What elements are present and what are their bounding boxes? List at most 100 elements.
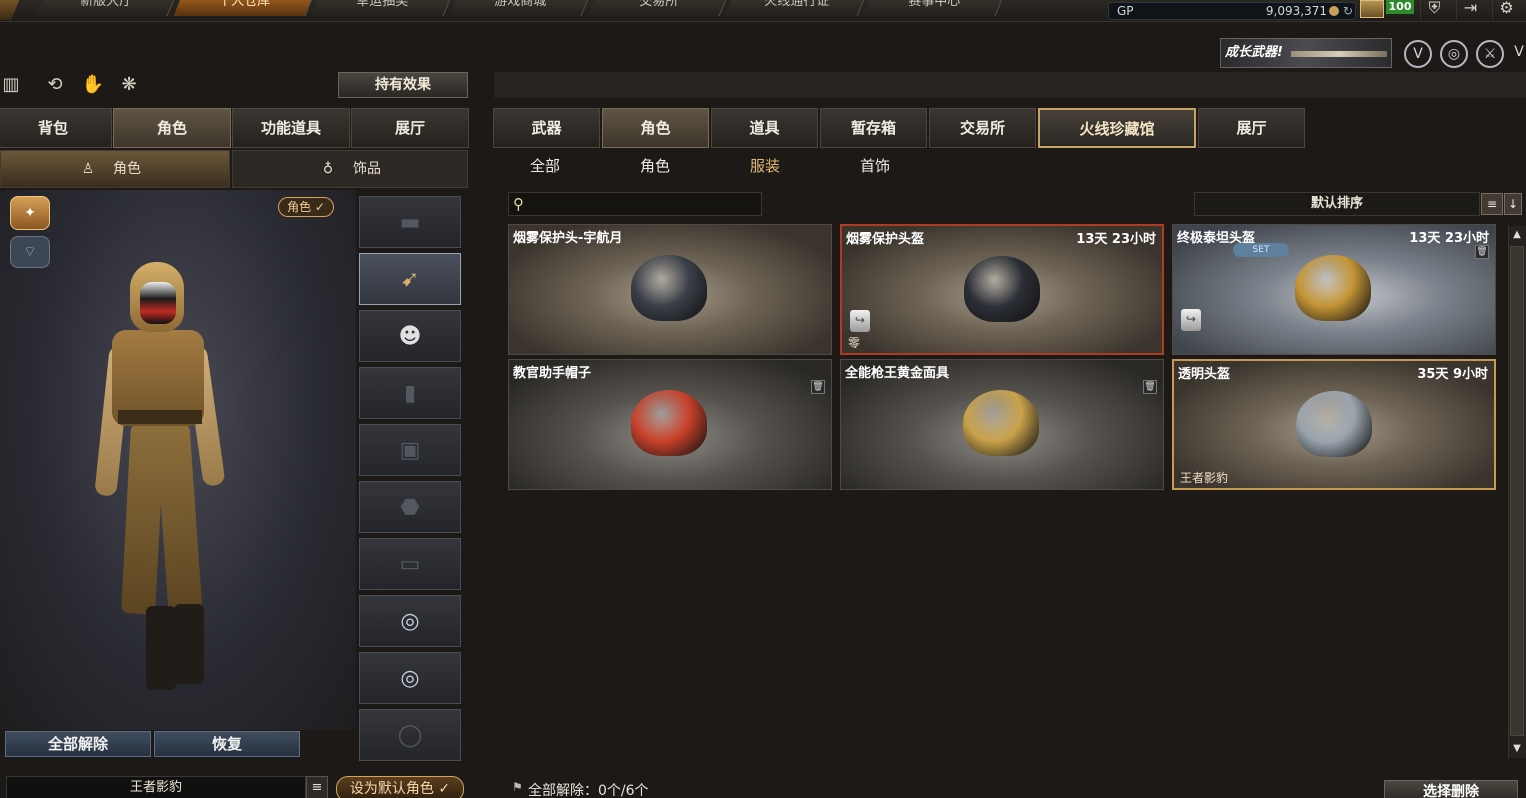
outfit-name-field[interactable]: 王者影豹	[6, 776, 306, 798]
nav-tab-warehouse[interactable]: 个人仓库	[173, 0, 315, 16]
nav-tab-pass[interactable]: 火线通行证	[725, 0, 867, 16]
promo-banner[interactable]: 成长武器!	[1220, 38, 1392, 68]
search-box: ⚲	[508, 192, 762, 216]
helmet-icon[interactable]: ⚔	[1476, 40, 1504, 68]
item-card[interactable]: 烟雾保护头-宇航月	[508, 224, 832, 355]
item-card[interactable]: 教官助手帽子 🗑	[508, 359, 832, 490]
role-chip[interactable]: 角色 ✓	[278, 197, 334, 217]
category-all[interactable]: 全部	[505, 156, 585, 178]
search-input[interactable]	[537, 195, 757, 213]
tab-items[interactable]: 道具	[711, 108, 818, 148]
tab-showroom-right[interactable]: 展厅	[1198, 108, 1305, 148]
share-icon[interactable]: ↪	[1181, 309, 1201, 331]
nav-tab-lobby[interactable]: 新版大厅	[35, 0, 177, 16]
ring-icon: ♁	[322, 161, 334, 177]
item-card[interactable]: 透明头盔 35天 9小时 王者影豹	[1172, 359, 1496, 490]
nav-tab-shop[interactable]: 游戏商城	[449, 0, 591, 16]
tab-exchange[interactable]: 交易所	[929, 108, 1036, 148]
share-icon[interactable]: ↪	[850, 310, 870, 332]
item-name: 烟雾保护头-宇航月	[513, 231, 623, 246]
rotate-icon[interactable]: ⟲	[42, 72, 68, 98]
sort-direction-icon[interactable]: ↓	[1504, 193, 1522, 215]
subtab-character[interactable]: ♙ 角色	[0, 150, 230, 188]
equipment-slot[interactable]: ▭	[359, 538, 461, 590]
right-header-strip	[494, 72, 1526, 98]
item-card[interactable]: 终极泰坦头盔 13天 23小时 SET ↪ 🗑	[1172, 224, 1496, 355]
tab-backpack[interactable]: 背包	[0, 108, 112, 148]
trash-icon[interactable]: 🗑	[1143, 380, 1157, 394]
equipment-slot[interactable]: ▮	[359, 367, 461, 419]
item-name: 全能枪王黄金面具	[845, 366, 950, 381]
promo-banner-text: 成长武器!	[1225, 45, 1283, 60]
category-clothing[interactable]: 服装	[725, 156, 805, 178]
menu-icon[interactable]: ≡	[306, 776, 328, 798]
tab-roles[interactable]: 角色	[602, 108, 709, 148]
item-remaining-time: 13天 23小时	[1076, 232, 1156, 247]
holding-effect-button[interactable]: 持有效果	[338, 72, 468, 98]
ring-icon: ◎	[400, 666, 420, 691]
ring-icon: ◎	[400, 609, 420, 634]
item-name: 烟雾保护头盔	[846, 232, 925, 247]
item-card[interactable]: 全能枪王黄金面具 🗑	[840, 359, 1164, 490]
list-view-icon[interactable]: ≡	[1481, 193, 1503, 215]
eagle-badge-icon[interactable]: ✦	[10, 196, 50, 230]
category-jewelry[interactable]: 首饰	[835, 156, 915, 178]
bookmark-icon: ⚑	[512, 780, 523, 794]
bracelet-icon: ◯	[397, 723, 423, 748]
refresh-icon[interactable]: ↻	[1343, 3, 1353, 19]
nav-tab-events[interactable]: 赛事中心	[863, 0, 1005, 16]
mask-icon: ☻	[398, 324, 422, 349]
item-image	[631, 255, 707, 321]
unequip-all-button[interactable]: 全部解除	[5, 731, 151, 757]
paw-icon[interactable]: ❋	[116, 72, 142, 98]
wing-badge-icon[interactable]: ⌔	[10, 236, 50, 268]
tab-showroom[interactable]: 展厅	[351, 108, 469, 148]
shield-icon[interactable]: ⛨	[1420, 0, 1448, 20]
subtab-accessories[interactable]: ♁ 饰品	[232, 150, 468, 188]
trash-icon[interactable]: 🗑	[1475, 245, 1489, 259]
item-card[interactable]: 烟雾保护头盔 13天 23小时 ↪ 零	[840, 224, 1164, 355]
currency-display: GP 9,093,371 ↻	[1108, 2, 1356, 20]
tab-character[interactable]: 角色	[113, 108, 231, 148]
tab-weapons[interactable]: 武器	[493, 108, 600, 148]
ranking-icon[interactable]: ▥	[0, 72, 24, 98]
v-logo-icon[interactable]: V	[1512, 40, 1526, 68]
scroll-down-icon[interactable]: ▼	[1508, 740, 1526, 758]
scrollbar-thumb[interactable]	[1510, 246, 1524, 736]
gear-icon[interactable]: ⚙	[1492, 0, 1520, 20]
equipment-slot[interactable]: ⬣	[359, 481, 461, 533]
item-image	[631, 390, 707, 456]
character-opera-mask	[140, 282, 176, 324]
pose-icon[interactable]: ✋	[80, 72, 106, 98]
tab-function-items[interactable]: 功能道具	[232, 108, 350, 148]
exit-icon[interactable]: ⇥	[1456, 0, 1484, 20]
tab-storage[interactable]: 暂存箱	[820, 108, 927, 148]
nav-tab-lottery[interactable]: 幸运抽奖	[311, 0, 453, 16]
globe-target-icon[interactable]: ◎	[1440, 40, 1468, 68]
scroll-up-icon[interactable]: ▲	[1508, 226, 1526, 244]
nav-tab-exchange[interactable]: 交易所	[587, 0, 729, 16]
pants-icon: ▭	[399, 552, 421, 577]
equipment-slot[interactable]: ▣	[359, 424, 461, 476]
restore-button[interactable]: 恢复	[154, 731, 300, 757]
character-boot-right	[174, 604, 204, 684]
item-name: 透明头盔	[1178, 367, 1231, 382]
search-icon[interactable]: ⚲	[513, 194, 533, 214]
equipment-slot[interactable]: ▬	[359, 196, 461, 248]
equipment-slot[interactable]: ◎	[359, 595, 461, 647]
sort-select[interactable]: 默认排序	[1194, 192, 1480, 216]
item-image	[1296, 391, 1372, 457]
equipment-slot[interactable]: ☻	[359, 310, 461, 362]
set-default-character-button[interactable]: 设为默认角色 ✓	[336, 776, 464, 798]
equipment-slot[interactable]: ➹	[359, 253, 461, 305]
rank-badge-icon	[1360, 0, 1384, 18]
shield-v-icon[interactable]: V	[1404, 40, 1432, 68]
trash-icon[interactable]: 🗑	[811, 380, 825, 394]
category-roles[interactable]: 角色	[615, 156, 695, 178]
item-image	[1295, 255, 1371, 321]
select-delete-button[interactable]: 选择删除	[1384, 780, 1518, 798]
equipment-slot[interactable]: ◎	[359, 652, 461, 704]
currency-value: 9,093,371	[1265, 4, 1327, 18]
equipment-slot[interactable]: ◯	[359, 709, 461, 761]
tab-collection[interactable]: 火线珍藏馆	[1038, 108, 1196, 148]
